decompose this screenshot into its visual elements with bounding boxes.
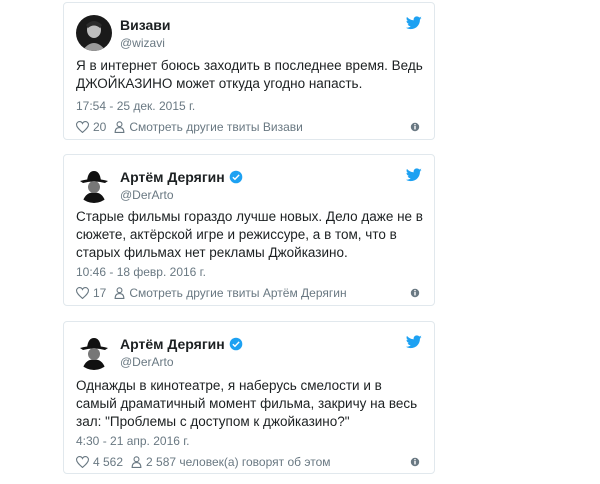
like-button[interactable]: 20	[76, 120, 106, 134]
author-handle[interactable]: @wizavi	[120, 35, 171, 51]
more-tweets-label: Смотреть другие твиты Визави	[129, 120, 303, 134]
person-icon	[114, 287, 125, 299]
tweet-date[interactable]: 17:54 - 25 дек. 2015 г.	[76, 99, 195, 113]
like-count: 4 562	[93, 455, 124, 469]
like-button[interactable]: 17	[76, 286, 106, 300]
verified-badge-icon	[229, 337, 243, 351]
author-name-text: Артём Дерягин	[120, 169, 225, 185]
avatar[interactable]	[76, 167, 112, 203]
person-icon	[114, 121, 125, 133]
tweet-text: Старые фильмы гораздо лучше новых. Дело …	[76, 209, 423, 260]
tweet-card: Артём Дерягин @DerArto Однажды в кинотеа…	[63, 321, 435, 474]
heart-icon	[76, 121, 89, 133]
tweet-card: Визави @wizavi Я в интернет боюсь заходи…	[63, 2, 435, 140]
author-name[interactable]: Визави	[120, 17, 171, 33]
info-icon[interactable]	[408, 455, 422, 469]
avatar[interactable]	[76, 15, 112, 51]
tweet-text: Я в интернет боюсь заходить в последнее …	[76, 58, 423, 91]
twitter-bird-icon[interactable]	[406, 168, 422, 182]
discussion-link[interactable]: 2 587 человек(а) говорят об этом	[131, 455, 331, 469]
heart-icon	[76, 456, 89, 468]
author-name-text: Артём Дерягин	[120, 336, 225, 352]
author-handle[interactable]: @DerArto	[120, 354, 243, 370]
tweet-header: Артём Дерягин @DerArto	[76, 167, 416, 203]
avatar[interactable]	[76, 334, 112, 370]
author-name[interactable]: Артём Дерягин	[120, 169, 243, 185]
author-name[interactable]: Артём Дерягин	[120, 336, 243, 352]
tweet-actions: 17 Смотреть другие твиты Артём Дерягин	[76, 285, 422, 301]
verified-badge-icon	[229, 170, 243, 184]
like-count: 17	[93, 286, 107, 300]
like-count: 20	[93, 120, 107, 134]
discussion-label: 2 587 человек(а) говорят об этом	[146, 455, 331, 469]
twitter-bird-icon[interactable]	[406, 335, 422, 349]
tweet-actions: 4 562 2 587 человек(а) говорят об этом	[76, 454, 422, 470]
more-tweets-link[interactable]: Смотреть другие твиты Артём Дерягин	[114, 286, 347, 300]
more-tweets-link[interactable]: Смотреть другие твиты Визави	[114, 120, 303, 134]
person-icon	[131, 456, 142, 468]
tweet-actions: 20 Смотреть другие твиты Визави	[76, 119, 422, 135]
tweet-date[interactable]: 4:30 - 21 апр. 2016 г.	[76, 434, 190, 448]
tweet-text: Однажды в кинотеатре, я наберусь смелост…	[76, 378, 418, 429]
tweet-date[interactable]: 10:46 - 18 февр. 2016 г.	[76, 265, 206, 279]
info-icon[interactable]	[408, 286, 422, 300]
more-tweets-label: Смотреть другие твиты Артём Дерягин	[129, 286, 347, 300]
author-handle[interactable]: @DerArto	[120, 187, 243, 203]
tweet-card: Артём Дерягин @DerArto Старые фильмы гор…	[63, 154, 435, 306]
like-button[interactable]: 4 562	[76, 455, 123, 469]
tweet-header: Артём Дерягин @DerArto	[76, 334, 416, 370]
info-icon[interactable]	[408, 120, 422, 134]
heart-icon	[76, 287, 89, 299]
twitter-bird-icon[interactable]	[406, 16, 422, 30]
tweet-header: Визави @wizavi	[76, 15, 416, 51]
